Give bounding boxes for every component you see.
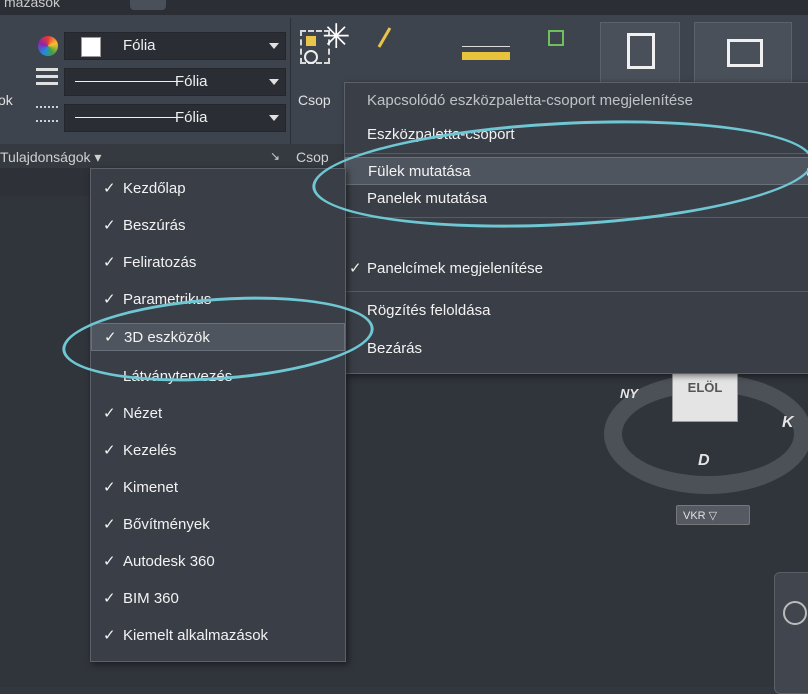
checkmark-icon: ✓	[103, 254, 116, 271]
color-wheel-icon[interactable]	[38, 36, 58, 56]
navigation-bar[interactable]	[774, 572, 808, 694]
tab-toggle-addins[interactable]: ✓ Bővítmények	[91, 511, 345, 539]
tab-toggle-home[interactable]: ✓ Kezdőlap	[91, 175, 345, 203]
ribbon-tab-strip: mazások	[0, 0, 808, 14]
tab-toggle-autodesk-360[interactable]: ✓ Autodesk 360	[91, 548, 345, 576]
tab-toggle-parametric[interactable]: ✓ Parametrikus	[91, 286, 345, 314]
linetype-value: Fólia	[175, 73, 208, 90]
menu-item-show-tabs[interactable]: Fülek mutatása	[345, 157, 808, 185]
checkmark-icon: ✓	[103, 442, 116, 459]
tab-toggle-featured-apps[interactable]: ✓ Kiemelt alkalmazások	[91, 622, 345, 650]
ribbon-context-menu: Kapcsolódó eszközpaletta-csoport megjele…	[344, 82, 808, 374]
tab-toggle-manage[interactable]: ✓ Kezelés	[91, 437, 345, 465]
group-button-label[interactable]: Csop	[298, 92, 331, 108]
panel-expander-icon[interactable]: ↘	[270, 149, 280, 163]
tab-toggle-annotate[interactable]: ✓ Feliratozás	[91, 249, 345, 277]
sparkle-icon: ✳	[322, 18, 351, 56]
linetype-sample	[75, 81, 183, 82]
checkmark-icon: ✓	[103, 180, 116, 197]
color-swatch	[81, 37, 101, 57]
linetype-dropdown[interactable]: Fólia	[64, 68, 286, 96]
context-menu-header[interactable]: Kapcsolódó eszközpaletta-csoport megjele…	[345, 87, 808, 115]
checkmark-icon: ✓	[103, 217, 116, 234]
color-value: Fólia	[123, 37, 156, 54]
checkmark-icon: ✓	[103, 590, 116, 607]
viewcube-east[interactable]: K	[782, 414, 794, 432]
checkmark-icon: ✓	[104, 329, 117, 346]
tab-toggle-view[interactable]: ✓ Nézet	[91, 400, 345, 428]
lineweight-icon[interactable]	[36, 106, 58, 122]
menu-item-tool-palette-group[interactable]: Eszközpaletta-csoport	[345, 121, 808, 149]
lineweight-dropdown[interactable]: Fólia	[64, 104, 286, 132]
menu-separator	[345, 291, 808, 292]
viewcube-west[interactable]: NY	[620, 386, 638, 401]
chevron-down-icon	[269, 115, 279, 121]
measure-icon[interactable]	[462, 42, 510, 64]
group-panel-label[interactable]: Csop	[296, 149, 329, 165]
viewcube-south[interactable]: D	[698, 452, 710, 470]
viewcube-face[interactable]: ELÖL	[672, 370, 738, 422]
menu-separator	[345, 217, 808, 218]
clipboard-icon[interactable]	[600, 22, 680, 86]
menu-item-close[interactable]: Bezárás	[345, 335, 808, 363]
ribbon-tab-label[interactable]: mazások	[4, 0, 60, 10]
ribbon-tab-dropdown[interactable]	[130, 0, 166, 10]
steering-wheel-icon[interactable]	[783, 601, 807, 625]
chevron-down-icon	[269, 79, 279, 85]
checkmark-icon: ✓	[103, 627, 116, 644]
color-dropdown[interactable]: Fólia	[64, 32, 286, 60]
cursor-select-icon[interactable]	[548, 30, 564, 46]
tab-toggle-3d-tools[interactable]: ✓ 3D eszközök	[91, 323, 345, 351]
tab-toggle-visualize[interactable]: Látványtervezés	[91, 363, 345, 391]
lineweight-value: Fólia	[175, 109, 208, 126]
tab-toggle-bim-360[interactable]: ✓ BIM 360	[91, 585, 345, 613]
checkmark-icon: ✓	[103, 405, 116, 422]
tab-toggle-output[interactable]: ✓ Kimenet	[91, 474, 345, 502]
menu-item-undock[interactable]: Rögzítés feloldása	[345, 297, 808, 325]
menu-separator	[345, 153, 808, 154]
chevron-down-icon	[269, 43, 279, 49]
properties-panel-label[interactable]: Tulajdonságok ▾	[0, 149, 101, 166]
checkmark-icon: ✓	[349, 260, 362, 277]
checkmark-icon: ✓	[103, 516, 116, 533]
panel-edge-label: ok	[0, 92, 13, 108]
lineweight-sample	[75, 117, 183, 118]
tab-toggle-insert[interactable]: ✓ Beszúrás	[91, 212, 345, 240]
ucs-menu[interactable]: VKR ▽	[676, 505, 750, 525]
checkmark-icon: ✓	[103, 479, 116, 496]
menu-item-show-panel-titles[interactable]: ✓ Panelcímek megjelenítése	[345, 255, 808, 283]
checkmark-icon: ✓	[103, 553, 116, 570]
menu-item-show-panels[interactable]: Panelek mutatása	[345, 185, 808, 213]
show-tabs-submenu: ✓ Kezdőlap ✓ Beszúrás ✓ Feliratozás ✓ Parame…	[90, 168, 346, 662]
checkmark-icon: ✓	[103, 291, 116, 308]
block-icon[interactable]	[694, 22, 792, 86]
linetype-icon[interactable]	[36, 68, 58, 86]
